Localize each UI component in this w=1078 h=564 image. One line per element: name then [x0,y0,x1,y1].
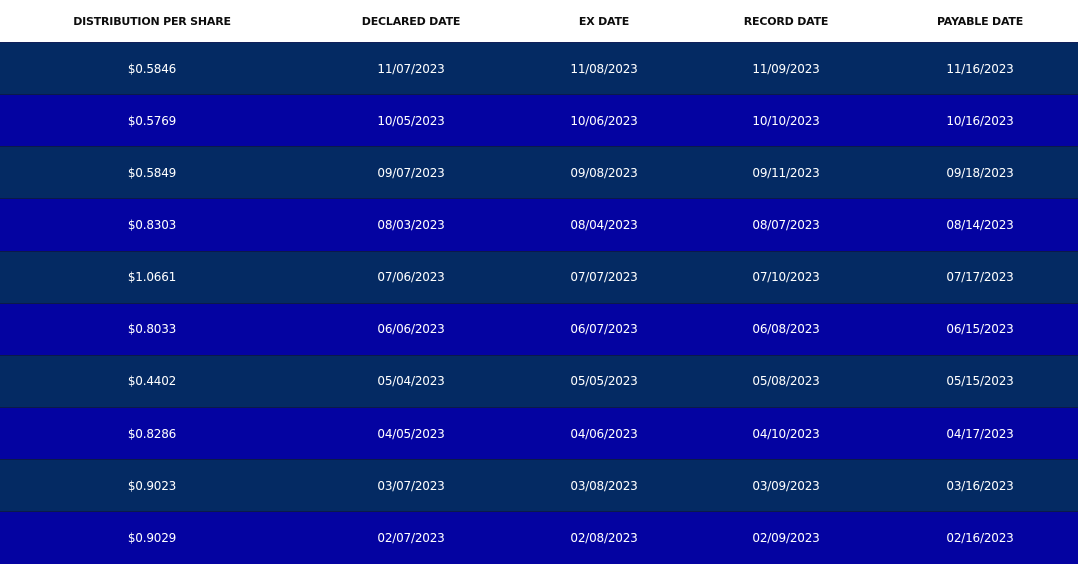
cell-record-date: 09/11/2023 [690,146,882,200]
header-payable-date: PAYABLE DATE [882,0,1078,43]
cell-declared-date: 02/07/2023 [304,511,518,564]
cell-ex-date: 04/06/2023 [518,407,690,461]
cell-ex-date: 05/05/2023 [518,355,690,408]
cell-distribution: $0.8286 [0,407,304,461]
cell-distribution: $0.9023 [0,459,304,513]
cell-payable-date: 09/18/2023 [882,146,1078,200]
cell-ex-date: 10/06/2023 [518,94,690,148]
cell-ex-date: 07/07/2023 [518,251,690,304]
cell-payable-date: 02/16/2023 [882,511,1078,564]
cell-ex-date: 11/08/2023 [518,42,690,96]
distributions-table: DISTRIBUTION PER SHARE DECLARED DATE EX … [0,0,1078,564]
cell-distribution: $0.8303 [0,198,304,252]
cell-payable-date: 04/17/2023 [882,407,1078,461]
cell-ex-date: 02/08/2023 [518,511,690,564]
cell-distribution: $0.9029 [0,511,304,564]
cell-ex-date: 06/07/2023 [518,303,690,356]
cell-declared-date: 07/06/2023 [304,251,518,304]
header-distribution-per-share: DISTRIBUTION PER SHARE [0,0,304,43]
table-row: $0.5769 10/05/2023 10/06/2023 10/10/2023… [0,94,1078,148]
table-row: $0.8033 06/06/2023 06/07/2023 06/08/2023… [0,303,1078,356]
cell-record-date: 07/10/2023 [690,251,882,304]
cell-record-date: 11/09/2023 [690,42,882,96]
cell-distribution: $1.0661 [0,251,304,304]
cell-declared-date: 05/04/2023 [304,355,518,408]
cell-record-date: 08/07/2023 [690,198,882,252]
cell-record-date: 05/08/2023 [690,355,882,408]
cell-distribution: $0.5769 [0,94,304,148]
table-row: $0.8286 04/05/2023 04/06/2023 04/10/2023… [0,407,1078,461]
cell-payable-date: 11/16/2023 [882,42,1078,96]
cell-declared-date: 04/05/2023 [304,407,518,461]
header-record-date: RECORD DATE [690,0,882,43]
table-body: $0.5846 11/07/2023 11/08/2023 11/09/2023… [0,42,1078,564]
cell-payable-date: 05/15/2023 [882,355,1078,408]
cell-payable-date: 06/15/2023 [882,303,1078,356]
cell-record-date: 10/10/2023 [690,94,882,148]
cell-declared-date: 03/07/2023 [304,459,518,513]
table-row: $0.8303 08/03/2023 08/04/2023 08/07/2023… [0,198,1078,252]
cell-record-date: 03/09/2023 [690,459,882,513]
header-declared-date: DECLARED DATE [304,0,518,43]
cell-ex-date: 08/04/2023 [518,198,690,252]
table-row: $0.5846 11/07/2023 11/08/2023 11/09/2023… [0,42,1078,96]
cell-distribution: $0.5849 [0,146,304,200]
cell-distribution: $0.4402 [0,355,304,408]
table-row: $0.9023 03/07/2023 03/08/2023 03/09/2023… [0,459,1078,513]
cell-payable-date: 08/14/2023 [882,198,1078,252]
cell-declared-date: 10/05/2023 [304,94,518,148]
header-ex-date: EX DATE [518,0,690,43]
cell-distribution: $0.5846 [0,42,304,96]
table-header: DISTRIBUTION PER SHARE DECLARED DATE EX … [0,0,1078,43]
table-row: $0.9029 02/07/2023 02/08/2023 02/09/2023… [0,511,1078,564]
cell-payable-date: 03/16/2023 [882,459,1078,513]
cell-record-date: 04/10/2023 [690,407,882,461]
table-row: $1.0661 07/06/2023 07/07/2023 07/10/2023… [0,251,1078,304]
cell-declared-date: 08/03/2023 [304,198,518,252]
header-row: DISTRIBUTION PER SHARE DECLARED DATE EX … [0,0,1078,43]
table-row: $0.5849 09/07/2023 09/08/2023 09/11/2023… [0,146,1078,200]
table-row: $0.4402 05/04/2023 05/05/2023 05/08/2023… [0,355,1078,408]
cell-payable-date: 10/16/2023 [882,94,1078,148]
cell-ex-date: 09/08/2023 [518,146,690,200]
cell-record-date: 02/09/2023 [690,511,882,564]
cell-declared-date: 06/06/2023 [304,303,518,356]
cell-distribution: $0.8033 [0,303,304,356]
cell-declared-date: 09/07/2023 [304,146,518,200]
cell-ex-date: 03/08/2023 [518,459,690,513]
cell-declared-date: 11/07/2023 [304,42,518,96]
cell-record-date: 06/08/2023 [690,303,882,356]
cell-payable-date: 07/17/2023 [882,251,1078,304]
